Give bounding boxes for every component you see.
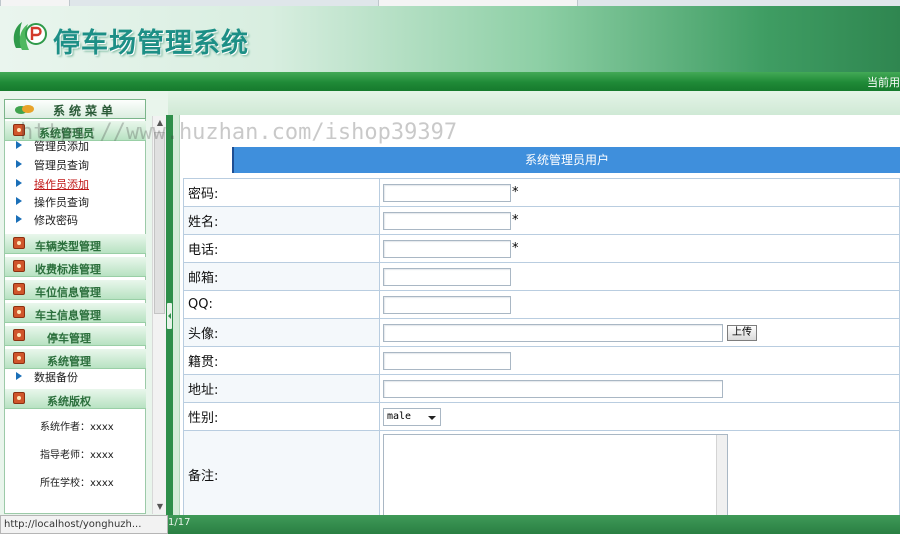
menu-group-icon	[13, 352, 25, 364]
arrow-bullet-icon	[16, 141, 22, 149]
menu-item-label: 管理员查询	[34, 159, 89, 172]
menu-group-label: 停车管理	[47, 332, 91, 345]
arrow-bullet-icon	[16, 215, 22, 223]
remark-textarea[interactable]	[383, 433, 728, 516]
chevron-down-icon	[428, 415, 436, 420]
email-input[interactable]	[383, 267, 511, 286]
status-url: http://localhost/yonghuzh...	[0, 515, 168, 534]
main-content: 系统管理员用户 密码: * 姓名: * 电话: * 邮箱: QQ: 头像: 上传…	[180, 115, 900, 519]
menu-group-fee-standard[interactable]: 收费标准管理	[5, 257, 146, 277]
gender-select[interactable]: male	[383, 407, 441, 426]
textarea-scrollbar[interactable]	[716, 434, 727, 515]
address-input[interactable]	[383, 379, 723, 398]
menu-item-label: 管理员添加	[34, 140, 89, 153]
menu-group-icon	[13, 124, 25, 136]
form-row-address: 地址:	[183, 374, 900, 403]
scroll-thumb[interactable]	[154, 132, 165, 314]
form-row-name: 姓名: *	[183, 206, 900, 235]
field-label: 籍贯:	[183, 346, 380, 375]
menu-group-system-manage[interactable]: 系统管理	[5, 349, 146, 369]
menu-group-label: 系统版权	[47, 395, 91, 408]
menu-item-label: 修改密码	[34, 214, 78, 227]
required-mark: *	[512, 185, 519, 200]
info-teacher: 指导老师：xxxx	[40, 450, 114, 461]
field-label: 地址:	[183, 374, 380, 403]
scroll-up-arrow-icon[interactable]: ▲	[153, 116, 167, 130]
field-label: QQ:	[183, 290, 380, 319]
form-row-phone: 电话: *	[183, 234, 900, 263]
info-author: 系统作者：xxxx	[40, 422, 114, 433]
menu-group-icon	[13, 283, 25, 295]
menu-group-label: 车位信息管理	[35, 286, 101, 299]
menu-group-icon	[13, 392, 25, 404]
collapse-sidebar-icon[interactable]	[167, 303, 172, 329]
menu-item-label: 操作员添加	[34, 178, 89, 191]
upload-button[interactable]: 上传	[727, 324, 757, 341]
scroll-down-arrow-icon[interactable]: ▼	[153, 500, 167, 514]
menu-group-label: 车辆类型管理	[35, 240, 101, 253]
menu-title: 系统菜单	[53, 104, 118, 118]
arrow-bullet-icon	[16, 160, 22, 168]
form-title: 系统管理员用户	[232, 147, 900, 173]
required-mark: *	[512, 241, 519, 256]
arrow-bullet-icon	[16, 372, 22, 380]
menu-group-copyright[interactable]: 系统版权	[5, 389, 146, 409]
form-row-remark: 备注:	[183, 430, 900, 519]
current-user-label: 当前用	[867, 76, 900, 89]
top-nav-bar: 当前用	[0, 72, 900, 91]
field-label: 密码:	[183, 178, 380, 207]
status-date-fragment: 1/17	[168, 517, 191, 528]
field-label: 邮箱:	[183, 262, 380, 291]
field-label: 性别:	[183, 402, 380, 431]
arrow-bullet-icon	[16, 197, 22, 205]
menu-group-label: 系统管理	[47, 355, 91, 368]
required-mark: *	[512, 213, 519, 228]
qq-input[interactable]	[383, 295, 511, 314]
menu-item-label: 数据备份	[34, 371, 78, 384]
content-left-border	[173, 115, 180, 515]
app-title: 停车场管理系统	[53, 28, 249, 59]
sidebar-splitter[interactable]	[166, 115, 173, 515]
field-label: 备注:	[183, 430, 380, 519]
status-bar: http://localhost/yonghuzh... 1/17	[0, 515, 900, 534]
hometown-input[interactable]	[383, 351, 511, 370]
field-label: 电话:	[183, 234, 380, 263]
phone-input[interactable]	[383, 239, 511, 258]
menu-group-label: 车主信息管理	[35, 309, 101, 322]
sidebar: 系统菜单 ▲ ▼ 系统管理员 管理员添加 管理员查询 操作员添加 操作员查询 修…	[0, 91, 168, 515]
form-row-avatar: 头像: 上传	[183, 318, 900, 347]
avatar-path-input[interactable]	[383, 323, 723, 342]
name-input[interactable]	[383, 211, 511, 230]
menu-group-owner-info[interactable]: 车主信息管理	[5, 303, 146, 323]
menu-item-label: 操作员查询	[34, 196, 89, 209]
menu-group-parking-manage[interactable]: 停车管理	[5, 326, 146, 346]
field-label: 姓名:	[183, 206, 380, 235]
menu-group-icon	[13, 329, 25, 341]
menu-group-icon	[13, 260, 25, 272]
form-row-hometown: 籍贯:	[183, 346, 900, 375]
admin-user-form: 密码: * 姓名: * 电话: * 邮箱: QQ: 头像: 上传 籍贯: 地址:	[183, 178, 900, 519]
menu-group-label: 收费标准管理	[35, 263, 101, 276]
leaf-icon	[15, 105, 34, 114]
menu-group-vehicle-type[interactable]: 车辆类型管理	[5, 234, 146, 254]
menu-group-icon	[13, 237, 25, 249]
info-school: 所在学校：xxxx	[40, 478, 114, 489]
form-row-qq: QQ:	[183, 290, 900, 319]
form-row-gender: 性别: male	[183, 402, 900, 431]
field-label: 头像:	[183, 318, 380, 347]
sidebar-scrollbar[interactable]: ▲ ▼	[152, 116, 166, 514]
arrow-bullet-icon	[16, 179, 22, 187]
menu-group-parking-space[interactable]: 车位信息管理	[5, 280, 146, 300]
form-row-email: 邮箱:	[183, 262, 900, 291]
menu-group-icon	[13, 306, 25, 318]
form-row-password: 密码: *	[183, 178, 900, 207]
app-header: 停车场管理系统	[0, 6, 900, 72]
gender-select-value: male	[387, 410, 412, 422]
parking-p-logo-icon	[13, 22, 47, 50]
password-input[interactable]	[383, 183, 511, 202]
menu-header: 系统菜单	[4, 99, 146, 119]
